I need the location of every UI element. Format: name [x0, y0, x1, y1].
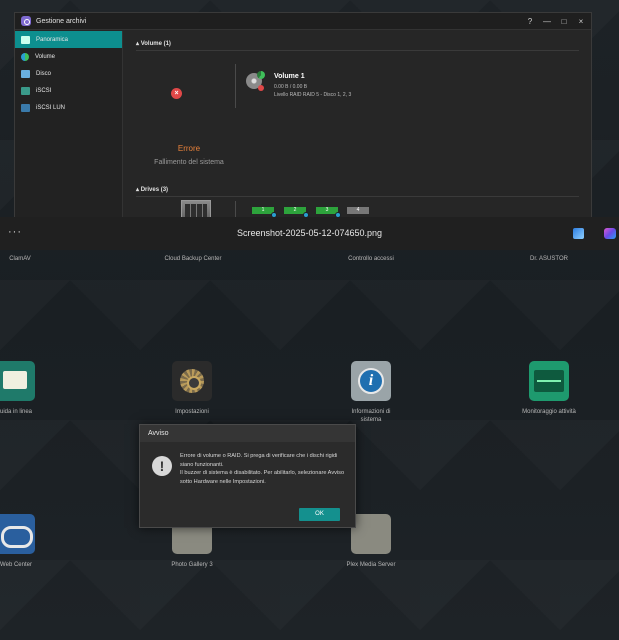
- window-controls: ? — □ ×: [526, 17, 585, 26]
- viewer-filename: Screenshot-2025-05-12-074650.png: [236, 228, 383, 238]
- app-label-system-info[interactable]: Informazioni di sistema: [341, 408, 401, 424]
- volume-name[interactable]: Volume 1: [274, 73, 305, 80]
- app-label-photo-gallery[interactable]: Photo Gallery 3: [162, 561, 222, 569]
- system-info-app-icon[interactable]: i: [351, 361, 391, 401]
- edit-image-icon[interactable]: [573, 228, 584, 239]
- error-status-icon: ×: [171, 88, 182, 99]
- sidebar-item-iscsi[interactable]: iSCSI: [15, 82, 122, 99]
- dialog-message-line: Errore di volume o RAID. Si prega di ver…: [180, 453, 338, 468]
- sidebar-item-disk[interactable]: Disco: [15, 65, 122, 82]
- drives-section-heading[interactable]: ▴ Drives (3): [136, 186, 168, 193]
- sidebar-item-label: iSCSI LUN: [36, 104, 66, 111]
- sidebar-item-label: Panoramica: [36, 36, 69, 43]
- gear-icon: [180, 369, 204, 393]
- sidebar-item-iscsi-lun[interactable]: iSCSI LUN: [15, 99, 122, 116]
- app-label-clamav[interactable]: ClamAV: [0, 255, 40, 263]
- activity-monitor-app-icon[interactable]: [529, 361, 569, 401]
- storage-manager-app-icon: [21, 16, 31, 26]
- app-label-access-control[interactable]: Controllo accessi: [336, 255, 406, 263]
- iscsi-lun-icon: [21, 103, 30, 112]
- dialog-title: Avviso: [140, 425, 355, 442]
- maximize-icon[interactable]: □: [560, 17, 568, 26]
- disk-icon: [21, 69, 30, 78]
- app-label-activity-monitor[interactable]: Monitoraggio attività: [519, 408, 579, 416]
- overview-icon: [21, 35, 30, 44]
- web-center-app-icon[interactable]: [0, 514, 35, 554]
- exclamation-icon: !: [152, 456, 172, 476]
- volume-divider: [235, 64, 236, 108]
- sidebar-item-label: Disco: [36, 70, 52, 77]
- sidebar-item-label: iSCSI: [36, 87, 52, 94]
- window-title: Gestione archivi: [36, 17, 87, 25]
- close-icon[interactable]: ×: [577, 17, 585, 26]
- usage-pie-icon: [257, 71, 265, 79]
- ok-button[interactable]: OK: [299, 508, 340, 521]
- app-label-settings[interactable]: Impostazioni: [162, 408, 222, 416]
- drive-slot-empty[interactable]: 4: [347, 207, 369, 214]
- app-label-dr-asustor[interactable]: Dr. ASUSTOR: [518, 255, 580, 263]
- app-label-web-center[interactable]: Web Center: [0, 561, 38, 569]
- image-viewer-toolbar: ··· Screenshot-2025-05-12-074650.png: [0, 217, 619, 250]
- app-label-online-help[interactable]: uida in linea: [0, 408, 38, 416]
- warning-dialog: Avviso ! Errore di volume o RAID. Si pre…: [139, 424, 356, 528]
- volume-error-badge: [258, 85, 264, 91]
- info-icon: i: [358, 368, 384, 394]
- copilot-icon[interactable]: [604, 228, 616, 239]
- app-label-cloud-backup[interactable]: Cloud Backup Center: [163, 255, 223, 263]
- app-label-plex[interactable]: Plex Media Server: [336, 561, 406, 569]
- section-divider: [136, 50, 579, 51]
- dialog-message-line: Il buzzer di sistema è disabilitato. Per…: [180, 470, 345, 485]
- minimize-icon[interactable]: —: [543, 17, 551, 26]
- drive-slot[interactable]: 3: [316, 207, 341, 218]
- storage-manager-window: Gestione archivi ? — □ × Panoramica Volu…: [14, 12, 592, 226]
- sidebar-item-volume[interactable]: Volume: [15, 48, 122, 65]
- settings-app-icon[interactable]: [172, 361, 212, 401]
- volume-icon: [21, 52, 29, 61]
- iscsi-icon: [21, 86, 30, 95]
- volume-raid-level: Livello RAID RAID 5 - Disco 1, 2, 3: [274, 92, 352, 98]
- error-title: Errore: [177, 144, 201, 153]
- plex-app-icon[interactable]: [351, 514, 391, 554]
- sidebar-item-label: Volume: [35, 53, 56, 60]
- sidebar-item-overview[interactable]: Panoramica: [15, 31, 122, 48]
- window-titlebar: Gestione archivi ? — □ ×: [15, 13, 591, 30]
- error-description: Fallimento del sistema: [154, 159, 224, 166]
- dialog-message: Errore di volume o RAID. Si prega di ver…: [180, 452, 348, 486]
- sidebar: Panoramica Volume Disco iSCSI iSCSI LUN: [15, 31, 123, 223]
- overview-panel: ▴ Volume (1) × Volume 1 0.00 B / 0.00 B …: [124, 31, 591, 226]
- volume-disk-icon: [246, 71, 265, 91]
- volumes-section-heading[interactable]: ▴ Volume (1): [136, 40, 171, 47]
- online-help-app-icon[interactable]: [0, 361, 35, 401]
- help-icon[interactable]: ?: [526, 17, 534, 26]
- section-divider: [136, 196, 579, 197]
- volume-size: 0.00 B / 0.00 B: [274, 84, 308, 90]
- drive-slot[interactable]: 1: [252, 207, 277, 218]
- drive-slot[interactable]: 2: [284, 207, 309, 218]
